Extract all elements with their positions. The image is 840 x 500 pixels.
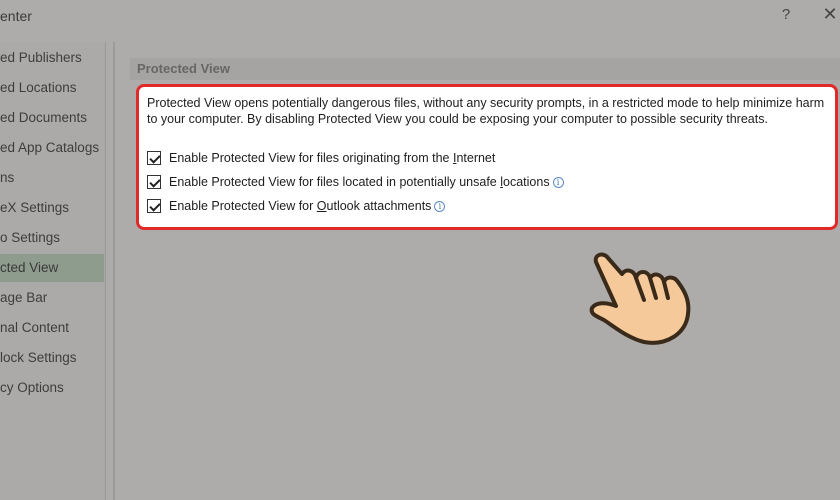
section-title: Protected View	[137, 61, 230, 76]
checkbox-internet-files[interactable]	[147, 151, 161, 165]
protected-view-options-box: Protected View opens potentially dangero…	[136, 84, 838, 230]
close-button[interactable]: ✕	[820, 4, 840, 26]
sidebar-item-trusted-app-catalogs[interactable]: ed App Catalogs	[0, 134, 104, 162]
checkbox-outlook-attachments[interactable]	[147, 199, 161, 213]
option-outlook-attachments[interactable]: Enable Protected View for Outlook attach…	[147, 197, 446, 215]
option-label: Enable Protected View for Outlook attach…	[169, 199, 432, 213]
sidebar-item-file-block-settings[interactable]: lock Settings	[0, 344, 104, 372]
section-header: Protected View	[130, 58, 840, 80]
sidebar-item-trusted-documents[interactable]: ed Documents	[0, 104, 104, 132]
info-icon[interactable]: i	[434, 200, 446, 212]
sidebar-item-macro-settings[interactable]: o Settings	[0, 224, 104, 252]
sidebar-item-add-ins[interactable]: ns	[0, 164, 104, 192]
pointing-hand-icon	[589, 252, 691, 345]
sidebar-item-activex-settings[interactable]: eX Settings	[0, 194, 104, 222]
sidebar-item-trusted-locations[interactable]: ed Locations	[0, 74, 104, 102]
sidebar-item-external-content[interactable]: nal Content	[0, 314, 104, 342]
title-bar: enter ? ✕	[0, 0, 840, 36]
checkbox-unsafe-locations[interactable]	[147, 175, 161, 189]
sidebar-item-privacy-options[interactable]: cy Options	[0, 374, 104, 402]
option-unsafe-locations[interactable]: Enable Protected View for files located …	[147, 173, 564, 191]
option-label: Enable Protected View for files originat…	[169, 151, 496, 165]
protected-view-description: Protected View opens potentially dangero…	[147, 96, 825, 126]
sidebar-item-trusted-publishers[interactable]: ed Publishers	[0, 44, 104, 72]
window-title: enter	[0, 8, 32, 24]
help-button[interactable]: ?	[778, 6, 794, 26]
sidebar-item-message-bar[interactable]: age Bar	[0, 284, 104, 312]
sidebar-item-protected-view[interactable]: cted View	[0, 254, 104, 282]
option-label: Enable Protected View for files located …	[169, 175, 550, 189]
info-icon[interactable]: i	[552, 176, 564, 188]
sidebar: ed Publishers ed Locations ed Documents …	[0, 42, 106, 500]
option-internet-files[interactable]: Enable Protected View for files originat…	[147, 149, 495, 167]
